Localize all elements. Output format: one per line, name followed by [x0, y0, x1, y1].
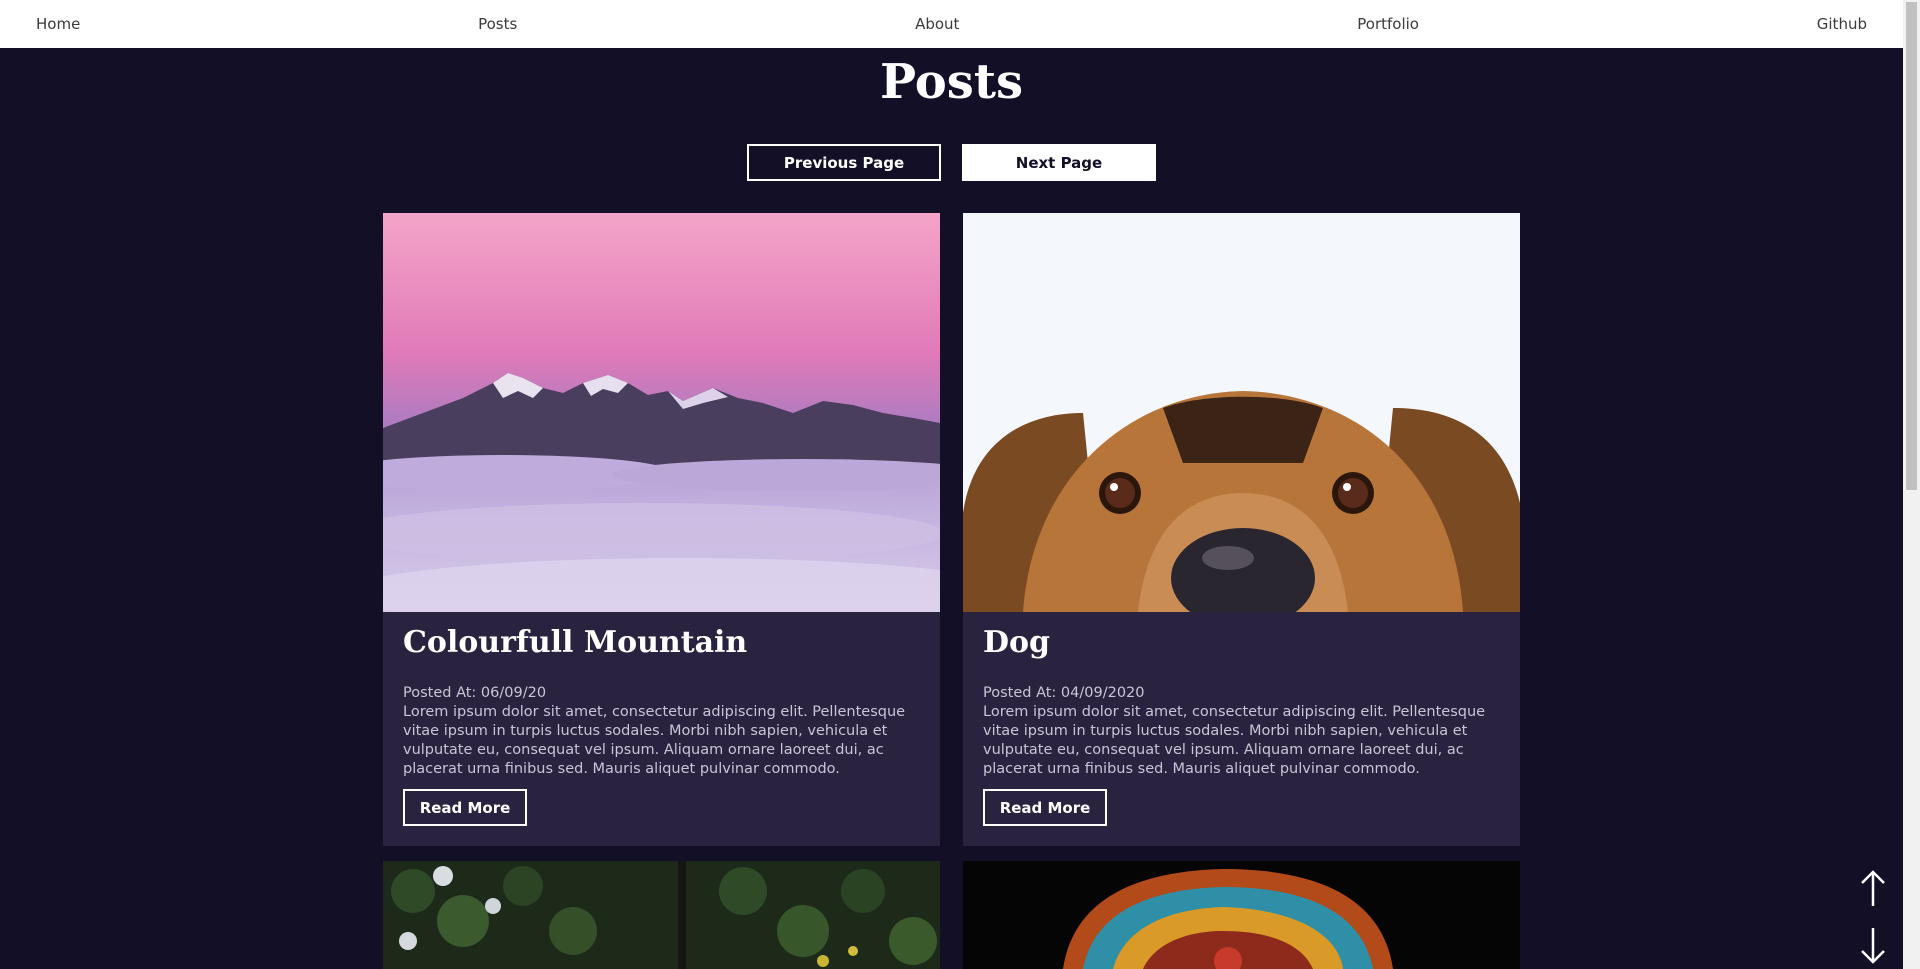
arrow-down-icon[interactable]: [1858, 926, 1888, 966]
post-title: Dog: [983, 625, 1051, 660]
lizard-image: [963, 861, 1520, 969]
card-body: Colourfull Mountain Posted At: 06/09/20 …: [383, 612, 940, 846]
read-more-button[interactable]: Read More: [983, 789, 1107, 826]
previous-page-button[interactable]: Previous Page: [747, 144, 941, 181]
pagination: Previous Page Next Page: [0, 144, 1903, 181]
post-date: Posted At: 06/09/20: [403, 685, 547, 701]
nav-about[interactable]: About: [915, 15, 959, 33]
nav-posts[interactable]: Posts: [478, 15, 517, 33]
nav-home[interactable]: Home: [36, 15, 80, 33]
post-title: Colourfull Mountain: [403, 625, 748, 660]
page-scrollbar[interactable]: [1903, 0, 1920, 969]
dog-image: [963, 213, 1520, 612]
arrow-up-icon[interactable]: [1858, 868, 1888, 908]
mountain-image: [383, 213, 940, 612]
post-card: [963, 861, 1520, 969]
scrollbar-thumb[interactable]: [1906, 2, 1917, 490]
forest-image: [383, 861, 940, 969]
top-nav: Home Posts About Portfolio Github: [0, 0, 1903, 48]
card-body: Dog Posted At: 04/09/2020 Lorem ipsum do…: [963, 612, 1520, 846]
nav-portfolio[interactable]: Portfolio: [1357, 15, 1419, 33]
post-card: Dog Posted At: 04/09/2020 Lorem ipsum do…: [963, 213, 1520, 846]
post-card: Colourfull Mountain Posted At: 06/09/20 …: [383, 213, 940, 846]
next-page-button[interactable]: Next Page: [962, 144, 1156, 181]
post-excerpt: Lorem ipsum dolor sit amet, consectetur …: [403, 704, 906, 777]
nav-github[interactable]: Github: [1817, 15, 1867, 33]
page-title: Posts: [879, 54, 1024, 110]
post-excerpt: Lorem ipsum dolor sit amet, consectetur …: [983, 704, 1486, 777]
read-more-button[interactable]: Read More: [403, 789, 527, 826]
post-date: Posted At: 04/09/2020: [983, 685, 1145, 701]
post-card: [383, 861, 940, 969]
